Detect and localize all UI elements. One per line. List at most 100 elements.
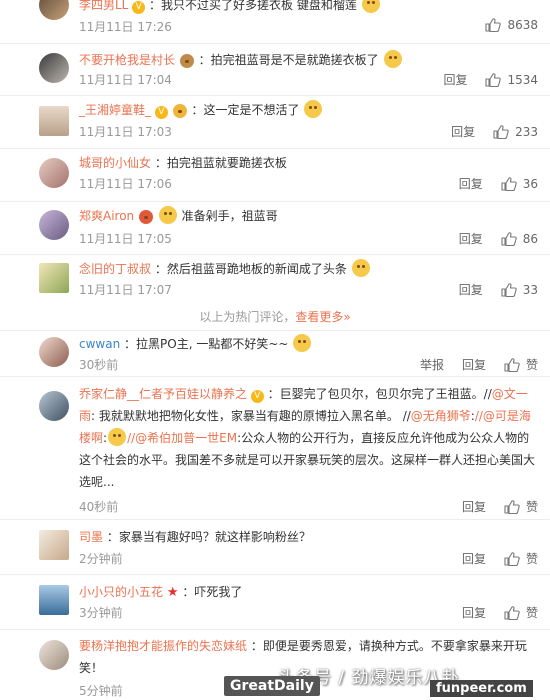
avatar[interactable] (39, 53, 69, 83)
avatar[interactable] (39, 585, 69, 615)
comment-text: ：家暴当有趣好吗？就这样影响粉丝？ (106, 530, 311, 544)
comment-username[interactable]: 不要开枪我是村长 (79, 53, 175, 67)
like-icon[interactable] (504, 500, 520, 514)
comment-username[interactable]: _王湘婷童鞋_ (79, 103, 151, 117)
comment-item: 李四男LL V ：我只不过买了好多搓衣板 键盘和榴莲 11月11日 17:26 … (0, 0, 550, 44)
comment-text: : 我就默默地把物化女性，家暴当有趣的原博拉入黑名单。 // (91, 409, 411, 423)
mention-link[interactable]: @无角狮爷 (411, 409, 471, 423)
divider-text: 以上为热门评论， (199, 310, 296, 324)
emoji-icon (361, 0, 380, 13)
reply-button[interactable]: 回复 (451, 123, 475, 140)
avatar[interactable] (39, 530, 69, 560)
verified-badge-icon: V (132, 1, 146, 14)
comment-username[interactable]: cwwan (79, 337, 120, 351)
reply-button[interactable]: 回复 (462, 498, 486, 515)
comment-text: 准备剁手，祖蓝哥 (181, 209, 278, 223)
comment-time: 11月11日 17:03 (79, 125, 172, 139)
like-button[interactable]: 赞 (526, 498, 538, 515)
comment-text: ：拉黑PO主, 一點都不好笑~~ (124, 337, 289, 351)
star-icon: ★ (166, 585, 179, 600)
like-icon[interactable] (504, 358, 520, 372)
comment-text: ：这一定是不想活了 (191, 103, 300, 117)
comment-username[interactable]: 念旧的丁叔叔 (79, 262, 151, 276)
avatar[interactable] (39, 0, 69, 20)
funpeer-watermark: funpeer.com (430, 680, 533, 697)
like-button[interactable]: 赞 (526, 550, 538, 567)
like-count[interactable]: 8638 (507, 18, 538, 32)
mention-link[interactable]: //@希伯加普一世EM (127, 431, 237, 445)
emoji-icon (108, 428, 127, 446)
like-icon[interactable] (485, 18, 501, 32)
reply-button[interactable]: 回复 (459, 281, 483, 298)
avatar[interactable] (39, 640, 69, 670)
comment-username[interactable]: 李四男LL (79, 0, 128, 12)
like-count[interactable]: 33 (523, 283, 538, 297)
badge-icon (139, 210, 153, 224)
like-count[interactable]: 1534 (507, 73, 538, 87)
comment-time: 11月11日 17:26 (79, 20, 172, 34)
reply-button[interactable]: 回复 (462, 604, 486, 621)
reply-button[interactable]: 回复 (459, 230, 483, 247)
comment-item: 小小只的小五花 ★ ：吓死我了 3分钟前 回复 赞 (0, 575, 550, 630)
comment-text: ：巨婴完了包贝尔，包贝尔完了王祖蓝。// (267, 387, 492, 401)
avatar[interactable] (39, 158, 69, 188)
like-icon[interactable] (501, 177, 517, 191)
view-more-link[interactable]: 查看更多» (295, 310, 350, 324)
comment-item: _王湘婷童鞋_ V ：这一定是不想活了 11月11日 17:03 回复 233 (0, 96, 550, 149)
avatar[interactable] (39, 337, 69, 367)
comment-item: 城哥的小仙女 ：拍完祖蓝就要跪搓衣板 11月11日 17:06 回复 36 (0, 149, 550, 202)
comment-time: 30秒前 (79, 358, 119, 372)
comment-time: 2分钟前 (79, 552, 123, 566)
comment-time: 3分钟前 (79, 606, 123, 620)
reply-button[interactable]: 回复 (443, 71, 467, 88)
comment-username[interactable]: 郑爽Airon (79, 209, 134, 223)
comment-item: 念旧的丁叔叔 ：然后祖蓝哥跪地板的新闻成了头条 11月11日 17:07 回复 … (0, 255, 550, 306)
comment-time: 11月11日 17:07 (79, 283, 172, 297)
like-icon[interactable] (485, 73, 501, 87)
comment-text: : (103, 431, 108, 445)
comment-item: 郑爽Airon 准备剁手，祖蓝哥 11月11日 17:05 回复 86 (0, 202, 550, 255)
medal-icon (172, 104, 187, 118)
emoji-icon (351, 259, 370, 277)
comment-time: 11月11日 17:04 (79, 73, 172, 87)
comment-item: 司墨 ：家暴当有趣好吗？就这样影响粉丝？ 2分钟前 回复 赞 (0, 520, 550, 575)
comment-text: ：拍完祖蓝就要跪搓衣板 (154, 156, 287, 170)
like-button[interactable]: 赞 (526, 356, 538, 373)
comment-item: 乔家仁静__仁者予百娃以静养之 V ：巨婴完了包贝尔，包贝尔完了王祖蓝。//@文… (0, 377, 550, 520)
emoji-icon (293, 334, 312, 352)
comment-username[interactable]: 要杨洋抱抱才能振作的失恋妹纸 (79, 639, 247, 653)
comment-item: 不要开枪我是村长 ：拍完祖蓝哥是不是就跪搓衣板了 11月11日 17:04 回复… (0, 44, 550, 96)
avatar[interactable] (39, 210, 69, 240)
reply-button[interactable]: 回复 (462, 550, 486, 567)
emoji-icon (304, 100, 323, 118)
greatdaily-watermark: GreatDaily (224, 676, 320, 696)
like-icon[interactable] (504, 552, 520, 566)
avatar[interactable] (39, 263, 69, 293)
report-button[interactable]: 举报 (420, 356, 444, 373)
like-button[interactable]: 赞 (526, 604, 538, 621)
like-count[interactable]: 86 (523, 232, 538, 246)
avatar[interactable] (39, 106, 69, 136)
hot-comments-divider: 以上为热门评论，查看更多» (0, 306, 550, 328)
like-count[interactable]: 233 (515, 125, 538, 139)
verified-badge-icon: V (250, 390, 264, 403)
reply-button[interactable]: 回复 (459, 175, 483, 192)
like-icon[interactable] (504, 606, 520, 620)
like-icon[interactable] (493, 125, 509, 139)
reply-button[interactable]: 回复 (462, 356, 486, 373)
comment-text: ：我只不过买了好多搓衣板 键盘和榴莲 (149, 0, 357, 12)
cat-emoji-icon (383, 50, 402, 68)
verified-badge-icon: V (154, 106, 168, 119)
like-icon[interactable] (501, 232, 517, 246)
comment-username[interactable]: 小小只的小五花 (79, 585, 163, 599)
comment-username[interactable]: 司墨 (79, 530, 103, 544)
like-icon[interactable] (501, 283, 517, 297)
emoji-icon (179, 54, 194, 68)
cat-emoji-icon (158, 206, 177, 224)
comment-username[interactable]: 乔家仁静__仁者予百娃以静养之 (79, 387, 247, 401)
comment-username[interactable]: 城哥的小仙女 (79, 156, 151, 170)
comment-text: ：然后祖蓝哥跪地板的新闻成了头条 (154, 262, 347, 276)
avatar[interactable] (39, 391, 69, 421)
comment-text: ：拍完祖蓝哥是不是就跪搓衣板了 (198, 53, 379, 67)
like-count[interactable]: 36 (523, 177, 538, 191)
